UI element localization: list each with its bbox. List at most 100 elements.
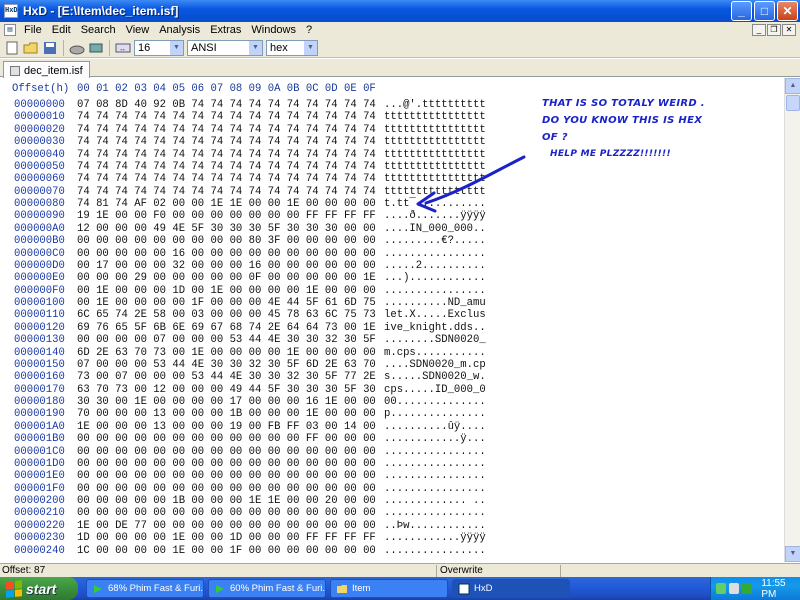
maximize-button[interactable]: □ [754, 1, 775, 21]
row-ascii-text[interactable]: p............... [384, 408, 486, 420]
row-ascii-text[interactable]: ................ [384, 545, 486, 557]
row-hex-bytes[interactable]: 00 00 00 00 07 00 00 00 53 44 4E 30 30 3… [77, 334, 376, 346]
row-ascii-text[interactable]: ....SDN0020_m.cp [384, 359, 486, 371]
row-hex-bytes[interactable]: 1E 00 00 00 13 00 00 00 19 00 FB FF 03 0… [77, 421, 376, 433]
display-mode-select[interactable]: hex ▼ [266, 39, 318, 56]
row-hex-bytes[interactable]: 00 00 00 00 00 00 00 00 00 00 00 00 00 0… [77, 446, 376, 458]
hex-editor[interactable]: Offset(h) 00 01 02 03 04 05 06 07 08 09 … [2, 78, 784, 562]
menu-extras[interactable]: Extras [205, 24, 246, 36]
row-hex-bytes[interactable]: 1C 00 00 00 00 1E 00 00 1F 00 00 00 00 0… [77, 545, 376, 557]
row-ascii-text[interactable]: tttttttttttttttt [384, 111, 486, 123]
row-ascii-text[interactable]: tttttttttttttttt [384, 124, 486, 136]
menu-windows[interactable]: Windows [246, 24, 301, 36]
row-hex-bytes[interactable]: 00 00 00 00 00 00 00 00 00 00 00 00 FF 0… [77, 433, 376, 445]
doc-minimize-button[interactable]: _ [752, 24, 766, 36]
doc-restore-button[interactable]: ❐ [767, 24, 781, 36]
menu-help[interactable]: ? [301, 24, 317, 36]
document-icon[interactable]: ▤ [4, 24, 16, 36]
row-hex-bytes[interactable]: 74 74 74 74 74 74 74 74 74 74 74 74 74 7… [77, 186, 376, 198]
doc-close-button[interactable]: ✕ [782, 24, 796, 36]
row-ascii-text[interactable]: ...@'.tttttttttt [384, 99, 486, 111]
row-hex-bytes[interactable]: 30 30 00 1E 00 00 00 00 17 00 00 00 16 1… [77, 396, 376, 408]
row-hex-bytes[interactable]: 74 74 74 74 74 74 74 74 74 74 74 74 74 7… [77, 161, 376, 173]
row-ascii-text[interactable]: ............ÿÿÿÿ [384, 532, 486, 544]
row-ascii-text[interactable]: m.cps........... [384, 347, 486, 359]
chevron-down-icon[interactable]: ▼ [170, 40, 183, 55]
row-hex-bytes[interactable]: 00 00 00 00 00 00 00 00 00 00 00 00 00 0… [77, 470, 376, 482]
row-ascii-text[interactable]: ...)............ [384, 272, 486, 284]
row-hex-bytes[interactable]: 07 08 8D 40 92 0B 74 74 74 74 74 74 74 7… [77, 99, 376, 111]
save-icon[interactable] [42, 40, 58, 56]
scroll-down-icon[interactable]: ▼ [785, 546, 800, 562]
row-ascii-text[interactable]: ............. .. [384, 495, 486, 507]
menu-edit[interactable]: Edit [47, 24, 76, 36]
row-ascii-text[interactable]: ................ [384, 446, 486, 458]
row-ascii-text[interactable]: s.....SDN0020_w. [384, 371, 486, 383]
row-hex-bytes[interactable]: 6D 2E 63 70 73 00 1E 00 00 00 00 1E 00 0… [77, 347, 376, 359]
row-hex-bytes[interactable]: 74 74 74 74 74 74 74 74 74 74 74 74 74 7… [77, 149, 376, 161]
minimize-button[interactable]: _ [731, 1, 752, 21]
row-hex-bytes[interactable]: 19 1E 00 00 F0 00 00 00 00 00 00 00 FF F… [77, 210, 376, 222]
row-ascii-text[interactable]: ..........ûÿ.... [384, 421, 486, 433]
row-hex-bytes[interactable]: 1D 00 00 00 00 1E 00 00 1D 00 00 00 FF F… [77, 532, 376, 544]
row-hex-bytes[interactable]: 73 00 07 00 00 00 53 44 4E 30 30 32 30 5… [77, 371, 376, 383]
tab-dec-item[interactable]: dec_item.isf [3, 61, 90, 78]
row-hex-bytes[interactable]: 00 00 00 00 00 16 00 00 00 00 00 00 00 0… [77, 248, 376, 260]
menu-file[interactable]: File [19, 24, 47, 36]
row-hex-bytes[interactable]: 00 00 00 00 00 00 00 00 00 80 3F 00 00 0… [77, 235, 376, 247]
open-folder-icon[interactable] [23, 40, 39, 56]
taskbar-button-item[interactable]: Item [330, 579, 448, 598]
row-hex-bytes[interactable]: 70 00 00 00 13 00 00 00 1B 00 00 00 1E 0… [77, 408, 376, 420]
menu-view[interactable]: View [121, 24, 155, 36]
vertical-scrollbar[interactable]: ▲ ▼ [784, 78, 800, 562]
row-hex-bytes[interactable]: 00 00 00 00 00 00 00 00 00 00 00 00 00 0… [77, 458, 376, 470]
row-ascii-text[interactable]: ive_knight.dds.. [384, 322, 486, 334]
new-file-icon[interactable] [4, 40, 20, 56]
row-ascii-text[interactable]: ............ÿ... [384, 433, 486, 445]
row-ascii-text[interactable]: cps.....ID_000_0 [384, 384, 486, 396]
hxd-app-icon[interactable]: HxD [4, 4, 18, 18]
row-hex-bytes[interactable]: 00 00 00 00 00 00 00 00 00 00 00 00 00 0… [77, 507, 376, 519]
bytes-per-row-select[interactable]: 16 ▼ [134, 39, 184, 56]
volume-icon[interactable] [742, 583, 753, 594]
row-ascii-text[interactable]: ................ [384, 285, 486, 297]
row-ascii-text[interactable]: ................ [384, 470, 486, 482]
row-ascii-text[interactable]: ................ [384, 507, 486, 519]
row-ascii-text[interactable]: .........€?..... [384, 235, 486, 247]
row-hex-bytes[interactable]: 00 00 00 00 00 1B 00 00 00 1E 1E 00 00 2… [77, 495, 376, 507]
title-bar[interactable]: HxD HxD - [E:\Item\dec_item.isf] _ □ ✕ [0, 0, 800, 22]
start-button[interactable]: start [0, 577, 78, 600]
row-hex-bytes[interactable]: 00 1E 00 00 00 00 1F 00 00 00 4E 44 5F 6… [77, 297, 376, 309]
tray-app-icon[interactable] [729, 583, 740, 594]
close-button[interactable]: ✕ [777, 1, 798, 21]
row-ascii-text[interactable]: 00.............. [384, 396, 486, 408]
scroll-thumb[interactable] [786, 95, 800, 111]
row-ascii-text[interactable]: ................ [384, 483, 486, 495]
row-hex-bytes[interactable]: 69 76 65 5F 6B 6E 69 67 68 74 2E 64 64 7… [77, 322, 376, 334]
chevron-down-icon[interactable]: ▼ [304, 40, 317, 55]
taskbar-button-phim-1[interactable]: 68% Phim Fast & Furi... [86, 579, 204, 598]
row-ascii-text[interactable]: let.X.....Exclus [384, 309, 486, 321]
row-hex-bytes[interactable]: 00 00 00 29 00 00 00 00 00 0F 00 00 00 0… [77, 272, 376, 284]
open-disk-icon[interactable] [69, 40, 85, 56]
row-hex-bytes[interactable]: 74 81 74 AF 02 00 00 1E 1E 00 00 1E 00 0… [77, 198, 376, 210]
scroll-up-icon[interactable]: ▲ [785, 78, 800, 94]
row-ascii-text[interactable]: ................ [384, 458, 486, 470]
row-hex-bytes[interactable]: 12 00 00 00 49 4E 5F 30 30 30 5F 30 30 3… [77, 223, 376, 235]
row-ascii-text[interactable]: ................ [384, 248, 486, 260]
row-ascii-text[interactable]: ........SDN0020_ [384, 334, 486, 346]
taskbar-button-phim-2[interactable]: 60% Phim Fast & Furi... [208, 579, 326, 598]
row-ascii-text[interactable]: tttttttttttttttt [384, 136, 486, 148]
row-hex-bytes[interactable]: 00 1E 00 00 00 1D 00 1E 00 00 00 00 1E 0… [77, 285, 376, 297]
row-ascii-text[interactable]: .....2.......... [384, 260, 486, 272]
charset-select[interactable]: ANSI ▼ [187, 39, 263, 56]
open-ram-icon[interactable] [88, 40, 104, 56]
row-hex-bytes[interactable]: 74 74 74 74 74 74 74 74 74 74 74 74 74 7… [77, 111, 376, 123]
menu-analysis[interactable]: Analysis [154, 24, 205, 36]
row-hex-bytes[interactable]: 1E 00 DE 77 00 00 00 00 00 00 00 00 00 0… [77, 520, 376, 532]
chevron-down-icon[interactable]: ▼ [249, 40, 262, 55]
row-ascii-text[interactable]: ..Þw............ [384, 520, 486, 532]
row-hex-bytes[interactable]: 00 00 00 00 00 00 00 00 00 00 00 00 00 0… [77, 483, 376, 495]
row-ascii-text[interactable]: ..........ND_amu [384, 297, 486, 309]
taskbar-button-hxd[interactable]: HxD [452, 579, 570, 598]
